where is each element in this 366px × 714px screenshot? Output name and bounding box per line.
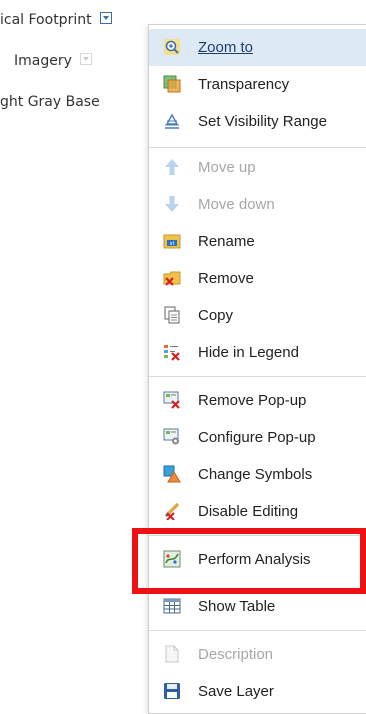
transparency-icon (163, 75, 181, 93)
menu-divider (149, 535, 366, 536)
menu-item-remove-popup[interactable]: Remove Pop-up (149, 382, 366, 419)
layer-list: ical Footprint Imagery ght Gray Base (0, 0, 150, 130)
menu-item-label: Perform Analysis (198, 551, 311, 568)
visibility-range-icon (163, 112, 181, 130)
layer-item-imagery[interactable]: Imagery (14, 49, 92, 73)
remove-icon (163, 269, 181, 287)
menu-item-rename[interactable]: xt Rename (149, 223, 366, 260)
menu-item-remove[interactable]: Remove (149, 260, 366, 297)
menu-item-label: Show Table (198, 598, 276, 615)
remove-popup-icon (163, 391, 181, 409)
menu-item-save-layer[interactable]: Save Layer (149, 673, 366, 710)
menu-item-configure-popup[interactable]: Configure Pop-up (149, 419, 366, 456)
menu-item-perform-analysis[interactable]: Perform Analysis (149, 541, 366, 578)
disable-editing-icon (163, 502, 181, 521)
menu-item-label: Save Layer (198, 683, 274, 700)
menu-item-label: Copy (198, 307, 234, 324)
layer-label: Imagery (14, 53, 72, 69)
arrow-down-icon (163, 195, 181, 213)
configure-popup-icon (163, 428, 181, 446)
layer-context-menu: Zoom to Transparency Set Visibility Rang… (148, 24, 366, 714)
menu-item-move-up[interactable]: Move up (149, 149, 366, 186)
menu-item-label: Description (198, 646, 274, 663)
menu-item-label: Hide in Legend (198, 344, 299, 361)
menu-item-label: Zoom to (198, 39, 254, 56)
menu-item-label: Change Symbols (198, 466, 313, 483)
copy-icon (163, 306, 181, 324)
menu-item-copy[interactable]: Copy (149, 297, 366, 334)
layer-item-footprint[interactable]: ical Footprint (0, 8, 112, 32)
menu-item-label: Remove (198, 270, 254, 287)
layer-label: ical Footprint (0, 12, 92, 28)
layer-label: ght Gray Base (0, 94, 100, 110)
menu-item-description[interactable]: Description (149, 636, 366, 673)
menu-item-transparency[interactable]: Transparency (149, 66, 366, 103)
menu-item-label: Configure Pop-up (198, 429, 316, 446)
description-icon (163, 645, 181, 663)
menu-item-move-down[interactable]: Move down (149, 186, 366, 223)
menu-item-set-visibility-range[interactable]: Set Visibility Range (149, 103, 366, 140)
save-icon (163, 682, 181, 700)
zoom-in-icon (163, 38, 181, 56)
menu-item-label: Set Visibility Range (198, 113, 327, 130)
menu-item-label: Move up (198, 159, 256, 176)
menu-item-hide-in-legend[interactable]: Hide in Legend (149, 334, 366, 371)
rename-icon: xt (163, 232, 181, 250)
menu-item-change-symbols[interactable]: Change Symbols (149, 456, 366, 493)
layer-menu-dropdown-icon[interactable] (79, 53, 92, 65)
menu-item-show-table[interactable]: Show Table (149, 588, 366, 625)
menu-divider (149, 147, 366, 148)
perform-analysis-icon (163, 550, 181, 568)
change-symbols-icon (163, 465, 181, 483)
menu-divider (149, 630, 366, 631)
menu-item-label: Move down (198, 196, 275, 213)
layer-menu-dropdown-icon[interactable] (99, 12, 112, 24)
menu-item-label: Rename (198, 233, 255, 250)
svg-text:xt: xt (170, 241, 175, 247)
menu-item-zoom-to[interactable]: Zoom to (149, 29, 366, 66)
table-icon (163, 597, 181, 615)
arrow-up-icon (163, 158, 181, 176)
menu-item-disable-editing[interactable]: Disable Editing (149, 493, 366, 530)
menu-divider (149, 376, 366, 377)
layer-item-gray-base[interactable]: ght Gray Base (0, 90, 100, 114)
hide-legend-icon (163, 343, 181, 361)
menu-item-label: Disable Editing (198, 503, 299, 520)
menu-item-label: Remove Pop-up (198, 392, 307, 409)
menu-item-label: Transparency (198, 76, 290, 93)
